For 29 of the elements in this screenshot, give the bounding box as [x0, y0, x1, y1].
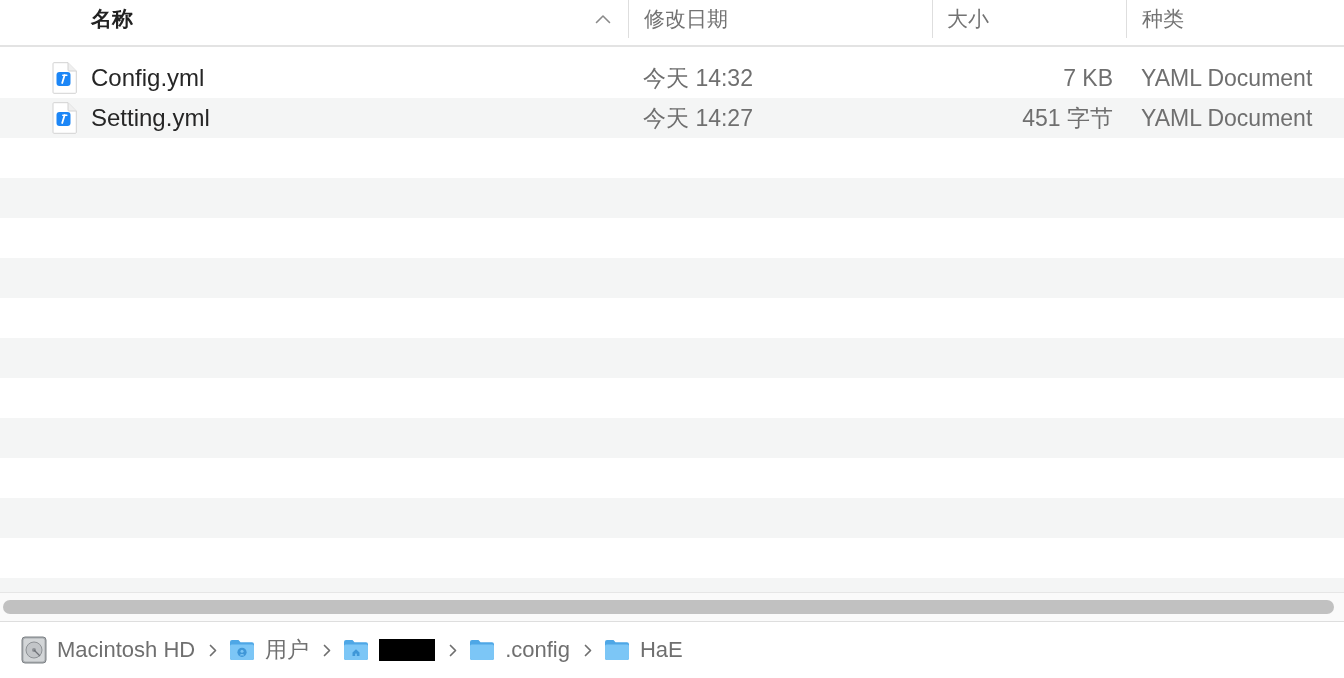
chevron-right-icon [584, 643, 592, 657]
document-icon [51, 102, 77, 134]
file-name: Config.yml [91, 64, 205, 92]
user-folder-icon[interactable] [229, 639, 256, 661]
path-item[interactable]: Macintosh HD [57, 637, 196, 663]
column-header[interactable]: 大小 [932, 0, 1126, 38]
hard-drive-icon[interactable] [21, 636, 47, 664]
file-size: 7 KB [1063, 64, 1113, 92]
column-header[interactable]: 修改日期 [628, 0, 932, 38]
modified-date: 今天 14:27 [643, 103, 753, 133]
path-item[interactable]: HaE [640, 637, 683, 663]
path-item[interactable]: 用户 [265, 635, 310, 665]
folder-icon[interactable] [604, 639, 630, 661]
chevron-right-icon [323, 643, 332, 657]
chevron-right-icon [209, 643, 218, 657]
folder-icon[interactable] [469, 639, 496, 661]
file-size: 451 字节 [1022, 103, 1113, 133]
chevron-right-icon [449, 643, 458, 657]
file-name: Setting.yml [91, 104, 210, 132]
modified-date: 今天 14:32 [643, 63, 753, 93]
file-type: YAML Document [1141, 104, 1313, 132]
home-folder-icon[interactable] [343, 639, 370, 661]
path-item[interactable]: .config [505, 637, 570, 663]
scrollbar-thumb[interactable] [3, 600, 1334, 614]
chevron-up-icon [595, 14, 611, 24]
column-header[interactable]: 种类 [1126, 0, 1344, 38]
file-type: YAML Document [1141, 64, 1313, 92]
document-icon [51, 62, 77, 94]
column-header[interactable]: 名称 [0, 0, 628, 38]
